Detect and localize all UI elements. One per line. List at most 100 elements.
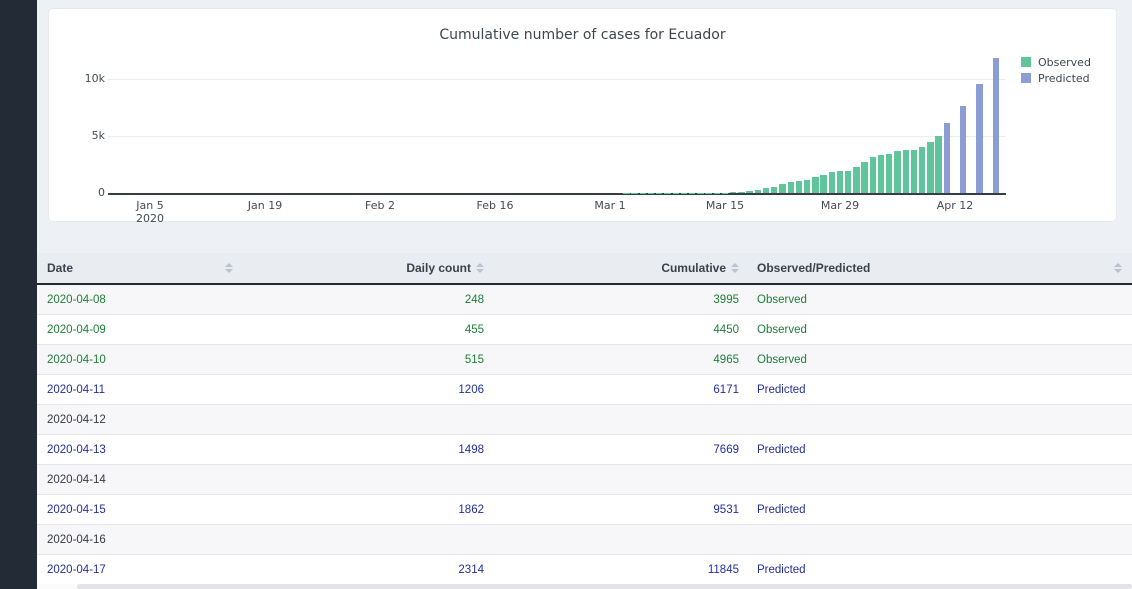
horizontal-scrollbar-thumb[interactable]: [77, 584, 1132, 589]
x-axis-year-label: 2020: [136, 212, 164, 225]
bar-observed-2020-03-21: [771, 187, 778, 193]
bar-observed-2020-03-27: [820, 174, 827, 193]
bar-observed-2020-04-10: [935, 136, 942, 193]
table-row: 2020-04-08 248 3995 Observed: [37, 285, 1132, 315]
cell-daily-count: 1862: [458, 503, 484, 516]
bar-observed-2020-03-18: [746, 191, 753, 193]
cell-cumulative: 7669: [713, 443, 739, 456]
cell-date: 2020-04-08: [47, 293, 106, 306]
cell-observed-predicted: Predicted: [757, 503, 806, 516]
cell-date: 2020-04-13: [47, 443, 106, 456]
column-header-label: Daily count: [406, 261, 471, 275]
bar-observed-2020-03-22: [779, 184, 786, 193]
cell-cumulative: 4965: [713, 353, 739, 366]
bar-observed-2020-03-26: [812, 177, 819, 193]
bar-observed-2020-03-30: [845, 170, 852, 193]
x-axis-line: [108, 193, 1006, 195]
table-row: 2020-04-17 2314 11845 Predicted: [37, 555, 1132, 585]
cell-cumulative: 3995: [713, 293, 739, 306]
cell-date: 2020-04-15: [47, 503, 106, 516]
column-header-label: Observed/Predicted: [757, 261, 871, 275]
chart-card: Cumulative number of cases for Ecuador 1…: [48, 8, 1117, 225]
x-tick-mar-15: Mar 15: [705, 199, 745, 212]
column-header-date[interactable]: Date: [37, 253, 247, 283]
bar-observed-2020-03-24: [795, 180, 803, 193]
sort-icon[interactable]: [476, 263, 484, 273]
bar-predicted-2020-04-15: [976, 84, 983, 193]
bar-observed-2020-04-09: [927, 142, 934, 193]
bar-predicted-2020-04-11: [943, 122, 950, 193]
column-header-observed-predicted[interactable]: Observed/Predicted: [744, 253, 1132, 283]
cell-cumulative: 11845: [707, 563, 739, 576]
bar-observed-2020-04-04: [886, 153, 893, 193]
bar-observed-2020-04-05: [894, 151, 901, 193]
column-header-cumulative[interactable]: Cumulative: [489, 253, 744, 283]
sidebar: [0, 0, 37, 589]
cell-daily-count: 1206: [458, 383, 484, 396]
column-header-daily-count[interactable]: Daily count: [247, 253, 489, 283]
bar-observed-2020-03-29: [836, 171, 844, 193]
cell-observed-predicted: Observed: [757, 293, 807, 306]
x-tick-apr-12: Apr 12: [936, 199, 974, 212]
cell-daily-count: 455: [464, 323, 484, 336]
sort-icon[interactable]: [1114, 263, 1122, 273]
x-tick-jan-5: Jan 5: [136, 199, 164, 212]
x-tick-jan-19: Jan 19: [247, 199, 283, 212]
cell-daily-count: 248: [464, 293, 484, 306]
sort-icon[interactable]: [731, 263, 739, 273]
y-tick-5k: 5k: [91, 129, 105, 142]
sort-icon[interactable]: [225, 263, 233, 273]
table-row: 2020-04-10 515 4965 Observed: [37, 345, 1132, 375]
table-row: 2020-04-13 1498 7669 Predicted: [37, 435, 1132, 465]
table-row: 2020-04-15 1862 9531 Predicted: [37, 495, 1132, 525]
chart-title: Cumulative number of cases for Ecuador: [439, 27, 726, 43]
cell-date: 2020-04-12: [47, 413, 106, 426]
legend-label-predicted: Predicted: [1038, 71, 1090, 85]
bar-observed-2020-03-19: [754, 190, 762, 193]
data-table: Date Daily count Cumulative Observed/Predic…: [37, 253, 1132, 585]
legend-item-predicted[interactable]: Predicted: [1021, 70, 1091, 86]
cell-observed-predicted: Predicted: [757, 563, 806, 576]
bar-observed-2020-03-20: [762, 188, 770, 193]
bar-observed-2020-04-08: [918, 147, 926, 193]
table-row: 2020-04-14: [37, 465, 1132, 495]
legend-item-observed[interactable]: Observed: [1021, 54, 1091, 70]
table-row: 2020-04-11 1206 6171 Predicted: [37, 375, 1132, 405]
bar-predicted-2020-04-13: [960, 105, 967, 193]
cell-cumulative: 4450: [713, 323, 739, 336]
plot-area: [108, 51, 1006, 193]
column-header-label: Date: [47, 261, 74, 275]
chart-legend: Observed Predicted: [1021, 54, 1091, 86]
cell-observed-predicted: Predicted: [757, 443, 806, 456]
bar-observed-2020-03-17: [738, 191, 745, 193]
bar-observed-2020-03-16: [730, 192, 737, 193]
legend-label-observed: Observed: [1038, 55, 1091, 69]
cell-observed-predicted: Predicted: [757, 383, 806, 396]
cell-cumulative: 6171: [713, 383, 739, 396]
legend-swatch-observed-icon: [1021, 57, 1031, 67]
cell-date: 2020-04-14: [47, 473, 106, 486]
cell-date: 2020-04-16: [47, 533, 106, 546]
table-body: 2020-04-08 248 3995 Observed 2020-04-09 455 44…: [37, 285, 1132, 585]
cell-daily-count: 2314: [458, 563, 484, 576]
legend-swatch-predicted-icon: [1021, 73, 1031, 83]
cell-cumulative: 9531: [713, 503, 739, 516]
y-tick-10k: 10k: [84, 72, 105, 85]
column-header-label: Cumulative: [661, 261, 726, 275]
table-row: 2020-04-12: [37, 405, 1132, 435]
cell-date: 2020-04-09: [47, 323, 106, 336]
bar-observed-2020-04-06: [902, 150, 909, 193]
x-tick-feb-16: Feb 16: [476, 199, 514, 212]
x-tick-mar-29: Mar 29: [820, 199, 860, 212]
bar-observed-2020-03-23: [787, 181, 794, 193]
bar-observed-2020-04-02: [869, 156, 877, 193]
cell-date: 2020-04-17: [47, 563, 106, 576]
table-header-row: Date Daily count Cumulative Observed/Predic…: [37, 253, 1132, 285]
x-tick-feb-2: Feb 2: [365, 199, 395, 212]
cell-observed-predicted: Observed: [757, 323, 807, 336]
bar-predicted-2020-04-17: [992, 57, 1000, 193]
table-row: 2020-04-09 455 4450 Observed: [37, 315, 1132, 345]
x-tick-mar-1: Mar 1: [594, 199, 626, 212]
cell-daily-count: 1498: [458, 443, 484, 456]
y-tick-0: 0: [98, 186, 105, 199]
